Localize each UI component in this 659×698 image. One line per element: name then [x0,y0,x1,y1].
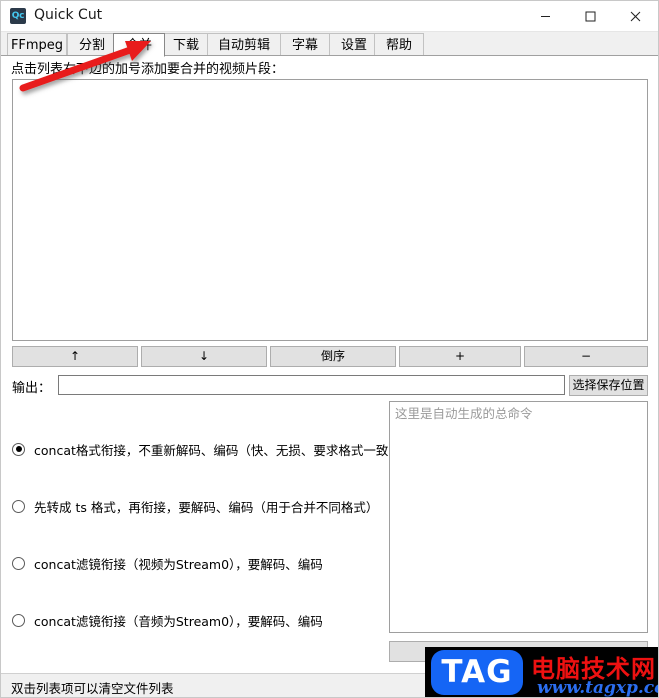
list-button-3[interactable]: + [399,346,521,367]
list-button-label: 倒序 [320,349,345,363]
window-title: Quick Cut [34,7,103,23]
close-icon [630,11,641,22]
list-button-4[interactable]: − [524,346,648,367]
quick-cut-window: Qc Quick Cut FFmpeg 分割 合并 下载 自动剪辑 字幕 设置 帮助 点击列 [0,0,659,698]
tab-label: 自动剪辑 [217,38,270,53]
tab-label: FFmpeg [10,38,64,53]
generated-command-textarea[interactable] [389,401,648,633]
list-button-label: ↑ [69,349,81,363]
list-button-1[interactable]: ↓ [141,346,267,367]
instruction-text: 点击列表右下边的加号添加要合并的视频片段： [11,62,285,77]
list-button-0[interactable]: ↑ [12,346,138,367]
list-button-label: − [580,349,592,363]
tab-6[interactable]: 设置 [329,33,379,56]
merge-mode-radio-2[interactable]: concat滤镜衔接（视频为Stream0），要解码、编码 [12,553,323,573]
tab-1[interactable]: 分割 [67,33,117,56]
tab-label: 分割 [78,38,105,53]
list-button-label: + [454,349,466,363]
tab-3[interactable]: 下载 [161,33,211,56]
merge-mode-label: concat滤镜衔接（视频为Stream0），要解码、编码 [34,556,323,572]
radio-icon [12,556,25,570]
minimize-button[interactable] [523,1,568,32]
tab-label: 设置 [340,38,367,53]
tab-0[interactable]: FFmpeg [7,33,67,56]
merge-mode-label: 先转成 ts 格式，再衔接，要解码、编码（用于合并不同格式） [34,499,379,515]
tab-label: 帮助 [385,38,412,53]
tab-bar: FFmpeg 分割 合并 下载 自动剪辑 字幕 设置 帮助 [1,32,658,57]
output-path-input[interactable] [58,375,565,395]
close-button[interactable] [613,1,658,32]
file-list[interactable] [12,79,648,341]
watermark-url: www.tagxp.com [537,678,658,698]
maximize-button[interactable] [568,1,613,32]
output-label: 输出： [12,381,52,396]
list-button-label: ↓ [198,349,210,363]
tab-7[interactable]: 帮助 [374,33,424,56]
minimize-icon [540,11,551,22]
merge-mode-radio-0[interactable]: concat格式衔接，不重新解码、编码（快、无损、要求格式一致） [12,439,401,459]
radio-icon [12,499,25,513]
maximize-icon [585,11,596,22]
list-button-2[interactable]: 倒序 [270,346,396,367]
title-bar: Qc Quick Cut [1,1,658,32]
tab-label: 字幕 [291,38,318,53]
merge-mode-radio-1[interactable]: 先转成 ts 格式，再衔接，要解码、编码（用于合并不同格式） [12,496,378,516]
tab-2[interactable]: 合并 [113,33,165,57]
tab-label: 合并 [125,38,152,53]
tab-4[interactable]: 自动剪辑 [207,33,281,56]
tab-label: 下载 [172,38,199,53]
tab-bar-underline [1,55,658,56]
window-controls [523,1,658,32]
merge-mode-label: concat滤镜衔接（音频为Stream0），要解码、编码 [34,613,323,629]
merge-mode-radio-3[interactable]: concat滤镜衔接（音频为Stream0），要解码、编码 [12,610,323,630]
site-watermark: TAG 电脑技术网 www.tagxp.com [425,647,658,698]
choose-save-location-button[interactable]: 选择保存位置 [569,375,648,396]
radio-icon [12,613,25,627]
status-bar-text: 双击列表项可以清空文件列表 [11,681,174,696]
merge-mode-label: concat格式衔接，不重新解码、编码（快、无损、要求格式一致） [34,442,401,458]
app-icon: Qc [10,8,26,24]
watermark-tag-logo: TAG [431,650,523,695]
radio-icon [12,442,25,456]
tab-5[interactable]: 字幕 [280,33,330,56]
